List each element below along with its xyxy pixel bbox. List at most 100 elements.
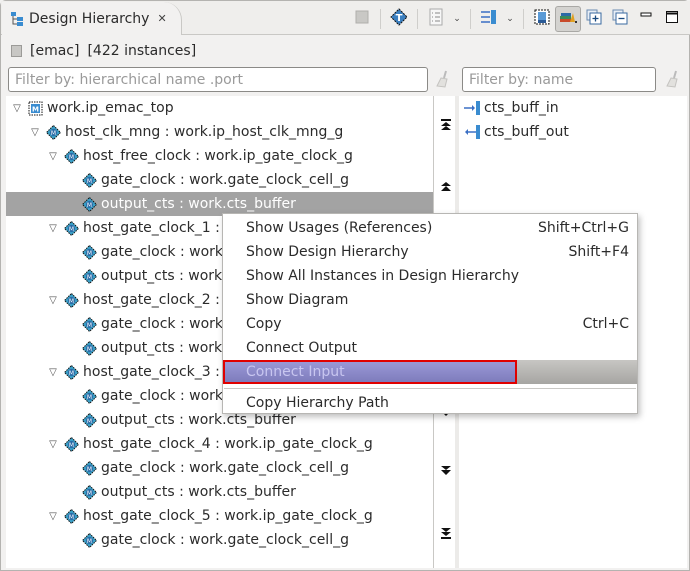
stop-button[interactable] — [349, 6, 375, 32]
show-instances-button[interactable] — [529, 6, 555, 32]
menu-item-label: Show Diagram — [246, 292, 349, 308]
menu-item-show-usages-references[interactable]: Show Usages (References) Shift+Ctrl+G — [223, 216, 637, 240]
tree-row[interactable]: Mgate_clock : work.gate_clock_cell_g — [6, 456, 433, 480]
menu-item-shortcut: Shift+Ctrl+G — [537, 220, 629, 236]
view-menu-button[interactable] — [423, 6, 449, 32]
port-filter-input[interactable] — [462, 67, 656, 92]
svg-text:M: M — [69, 154, 74, 161]
instance-icon: M — [81, 532, 98, 548]
menu-item-label: Connect Input — [246, 364, 345, 380]
menu-item-copy[interactable]: Copy Ctrl+C — [223, 312, 637, 336]
tree-row[interactable]: ▽ Mhost_gate_clock_5 : work.ip_gate_clock… — [6, 504, 433, 528]
toolbar-separator — [470, 9, 471, 29]
expand-toggle-icon[interactable]: ▽ — [10, 103, 24, 114]
input-port-icon — [463, 101, 481, 115]
expand-toggle-icon[interactable]: ▽ — [46, 439, 60, 450]
tree-row[interactable]: Moutput_cts : work.cts_buffer — [6, 480, 433, 504]
document-icon — [11, 45, 22, 57]
svg-text:M: M — [87, 466, 92, 473]
tree-row-label: work.ip_emac_top — [47, 100, 174, 116]
menu-item-connect-output[interactable]: Connect Output — [223, 336, 637, 360]
scroll-bottom-icon — [441, 528, 451, 539]
tab-design-hierarchy[interactable]: Design Hierarchy ✕ — [2, 2, 182, 35]
tree-row[interactable]: ▽ Mhost_clk_mng : work.ip_host_clk_mng_g — [6, 120, 433, 144]
tree-row-label: output_cts : work.cts_buffer — [101, 484, 296, 500]
instance-icon: M — [81, 412, 98, 428]
expand-toggle-icon[interactable]: ▽ — [46, 295, 60, 306]
svg-text:M: M — [87, 490, 92, 497]
close-view-icon[interactable]: ✕ — [157, 12, 166, 25]
tree-row[interactable]: ▽ Mhost_gate_clock_4 : work.ip_gate_clock… — [6, 432, 433, 456]
menu-item-show-diagram[interactable]: Show Diagram — [223, 288, 637, 312]
menu-item-label: Show Design Hierarchy — [246, 244, 409, 260]
page-down-button[interactable] — [439, 464, 453, 478]
maximize-icon — [665, 10, 679, 28]
menu-item-show-all-instances-in-design-hierarchy[interactable]: Show All Instances in Design Hierarchy — [223, 264, 637, 288]
tree-row-label: gate_clock : work.gate_clock_cell_g — [101, 460, 349, 476]
tree-row[interactable]: Mgate_clock : work.gate_clock_cell_g — [6, 168, 433, 192]
expand-toggle-icon[interactable]: ▽ — [46, 223, 60, 234]
svg-text:M: M — [87, 322, 92, 329]
svg-text:M: M — [69, 442, 74, 449]
output-port-icon — [463, 125, 481, 139]
layout-menu-dropdown[interactable]: ⌄ — [502, 6, 518, 32]
svg-text:M: M — [87, 346, 92, 353]
scroll-up-button[interactable] — [439, 180, 453, 194]
tree-row[interactable]: Mgate_clock : work.gate_clock_cell_g — [6, 528, 433, 552]
layout-menu-button[interactable] — [476, 6, 502, 32]
collapse-all-icon — [612, 9, 628, 29]
instance-icon: M — [45, 124, 62, 140]
port-item[interactable]: cts_buff_out — [463, 120, 569, 144]
scroll-bottom-button[interactable] — [439, 526, 453, 540]
chevron-down-icon: ⌄ — [506, 14, 514, 24]
tree-row-label: host_free_clock : work.ip_gate_clock_g — [83, 148, 353, 164]
books-icon — [558, 9, 578, 29]
scope-info: [emac] [422 instances] — [11, 41, 196, 61]
instance-icon: M — [63, 220, 80, 236]
menu-item-copy-hierarchy-path[interactable]: Copy Hierarchy Path — [223, 391, 637, 415]
view-menu-dropdown[interactable]: ⌄ — [449, 6, 465, 32]
tree-row[interactable]: ▽ Mwork.ip_emac_top — [6, 96, 433, 120]
expand-toggle-icon[interactable]: ▽ — [46, 367, 60, 378]
expand-all-button[interactable] — [581, 6, 607, 32]
stop-icon — [355, 10, 369, 28]
collapse-all-button[interactable] — [607, 6, 633, 32]
expand-toggle-icon[interactable]: ▽ — [28, 127, 42, 138]
maximize-button[interactable] — [659, 6, 685, 32]
tree-row[interactable]: ▽ Mhost_free_clock : work.ip_gate_clock_g — [6, 144, 433, 168]
link-with-editor-button[interactable] — [555, 6, 581, 32]
module-icon: M — [28, 101, 43, 116]
menu-item-connect-input[interactable]: Connect Input — [223, 360, 637, 384]
menu-item-show-design-hierarchy[interactable]: Show Design Hierarchy Shift+F4 — [223, 240, 637, 264]
expand-toggle-icon[interactable]: ▽ — [46, 511, 60, 522]
toggle-testbench-button[interactable]: T — [386, 6, 412, 32]
toolbar-separator — [380, 9, 381, 29]
toolbar-separator — [417, 9, 418, 29]
tree-row-label: host_gate_clock_5 : work.ip_gate_clock_g — [83, 508, 373, 524]
scroll-top-button[interactable] — [439, 118, 453, 132]
tree-row-label: gate_clock : work.gate_clock_cell_g — [101, 172, 349, 188]
page-down-icon — [441, 466, 451, 475]
svg-text:M: M — [87, 178, 92, 185]
expand-toggle-icon[interactable]: ▽ — [46, 151, 60, 162]
svg-text:M: M — [87, 250, 92, 257]
clear-filter-icon[interactable] — [665, 70, 681, 88]
chip-print-icon — [534, 9, 550, 29]
hierarchy-filter-input[interactable] — [8, 67, 428, 92]
instance-icon: M — [81, 316, 98, 332]
toolbar-separator — [523, 9, 524, 29]
menu-separator — [224, 388, 636, 389]
scope-label: [emac] — [30, 43, 80, 59]
minimize-button[interactable] — [633, 6, 659, 32]
clear-filter-icon[interactable] — [435, 70, 451, 88]
context-menu: Show Usages (References) Shift+Ctrl+G Show… — [222, 213, 638, 414]
chevron-down-icon: ⌄ — [453, 14, 461, 24]
instance-icon: M — [63, 292, 80, 308]
view-title: Design Hierarchy — [29, 10, 150, 27]
scroll-up-icon — [441, 182, 451, 191]
svg-text:T: T — [396, 13, 403, 24]
svg-text:M: M — [87, 202, 92, 209]
port-item[interactable]: cts_buff_in — [463, 96, 559, 120]
tree-row-label: gate_clock : work.gate_clock_cell_g — [101, 532, 349, 548]
view-tab-bar: Design Hierarchy ✕ T ⌄ ⌄ — [1, 1, 690, 35]
